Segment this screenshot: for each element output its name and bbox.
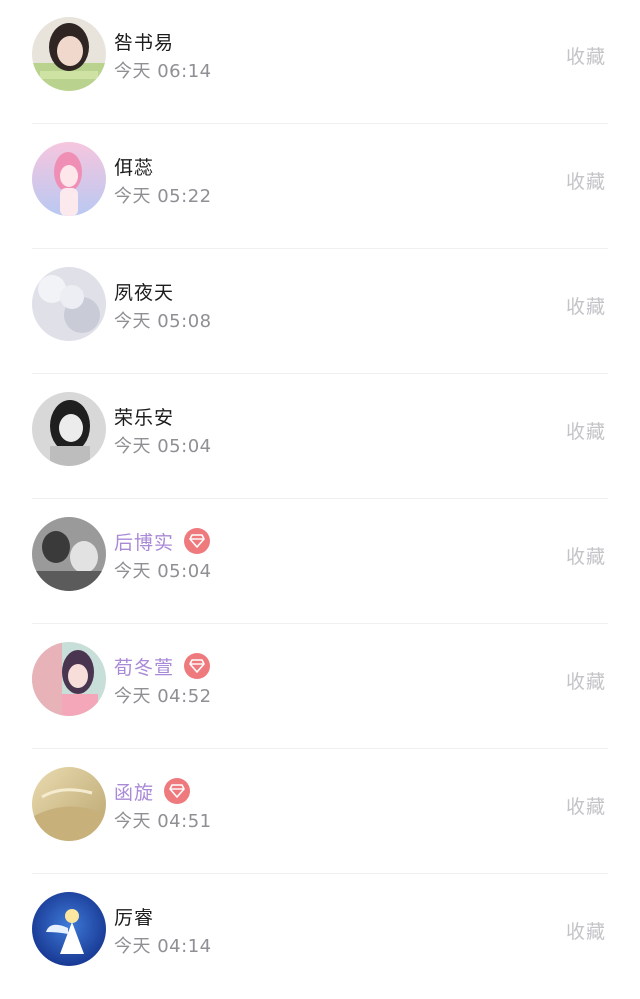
name-line: 厉睿	[114, 902, 154, 930]
favorite-button[interactable]: 收藏	[566, 42, 606, 69]
name-line: 后博实	[114, 527, 211, 555]
avatar[interactable]	[32, 642, 106, 716]
favorite-button[interactable]: 收藏	[566, 167, 606, 194]
timestamp: 今天 05:04	[114, 561, 212, 582]
list-item[interactable]: 佴蕊 今天 05:22 收藏	[0, 125, 640, 249]
user-name[interactable]: 函旋	[114, 778, 154, 805]
user-name[interactable]: 佴蕊	[114, 153, 154, 180]
user-name[interactable]: 厉睿	[114, 903, 154, 930]
timestamp: 今天 05:08	[114, 311, 212, 332]
timestamp: 今天 05:04	[114, 436, 212, 457]
timestamp: 今天 06:14	[114, 61, 212, 82]
timestamp: 今天 04:52	[114, 686, 212, 707]
name-line: 咎书易	[114, 27, 174, 55]
avatar[interactable]	[32, 517, 106, 591]
divider	[32, 748, 608, 749]
timestamp: 今天 05:22	[114, 186, 212, 207]
user-name[interactable]: 咎书易	[114, 28, 174, 55]
divider	[32, 123, 608, 124]
user-list: 咎书易 今天 06:14 收藏 佴蕊 今天 05:22 收藏 夙夜天 今天 05…	[0, 0, 640, 976]
avatar[interactable]	[32, 142, 106, 216]
favorite-button[interactable]: 收藏	[566, 292, 606, 319]
avatar[interactable]	[32, 392, 106, 466]
divider	[32, 373, 608, 374]
timestamp: 今天 04:51	[114, 811, 212, 832]
list-item[interactable]: 荣乐安 今天 05:04 收藏	[0, 375, 640, 499]
divider	[32, 873, 608, 874]
name-line: 荣乐安	[114, 402, 174, 430]
diamond-icon	[184, 528, 211, 554]
favorite-button[interactable]: 收藏	[566, 917, 606, 944]
user-name[interactable]: 荣乐安	[114, 403, 174, 430]
name-line: 荀冬萱	[114, 652, 211, 680]
diamond-icon	[184, 653, 211, 679]
list-item[interactable]: 后博实 今天 05:04 收藏	[0, 500, 640, 624]
avatar[interactable]	[32, 767, 106, 841]
diamond-icon	[164, 778, 191, 804]
favorite-button[interactable]: 收藏	[566, 417, 606, 444]
avatar[interactable]	[32, 892, 106, 966]
favorite-button[interactable]: 收藏	[566, 542, 606, 569]
favorite-button[interactable]: 收藏	[566, 792, 606, 819]
list-item[interactable]: 函旋 今天 04:51 收藏	[0, 750, 640, 874]
list-item[interactable]: 夙夜天 今天 05:08 收藏	[0, 250, 640, 374]
user-name[interactable]: 夙夜天	[114, 278, 174, 305]
divider	[32, 623, 608, 624]
favorite-button[interactable]: 收藏	[566, 667, 606, 694]
name-line: 函旋	[114, 777, 191, 805]
user-name[interactable]: 荀冬萱	[114, 653, 174, 680]
name-line: 佴蕊	[114, 152, 154, 180]
divider	[32, 498, 608, 499]
avatar[interactable]	[32, 267, 106, 341]
divider	[32, 248, 608, 249]
list-item[interactable]: 厉睿 今天 04:14 收藏	[0, 875, 640, 999]
list-item[interactable]: 荀冬萱 今天 04:52 收藏	[0, 625, 640, 749]
list-item[interactable]: 咎书易 今天 06:14 收藏	[0, 0, 640, 124]
avatar[interactable]	[32, 17, 106, 91]
name-line: 夙夜天	[114, 277, 174, 305]
timestamp: 今天 04:14	[114, 936, 212, 957]
user-name[interactable]: 后博实	[114, 528, 174, 555]
